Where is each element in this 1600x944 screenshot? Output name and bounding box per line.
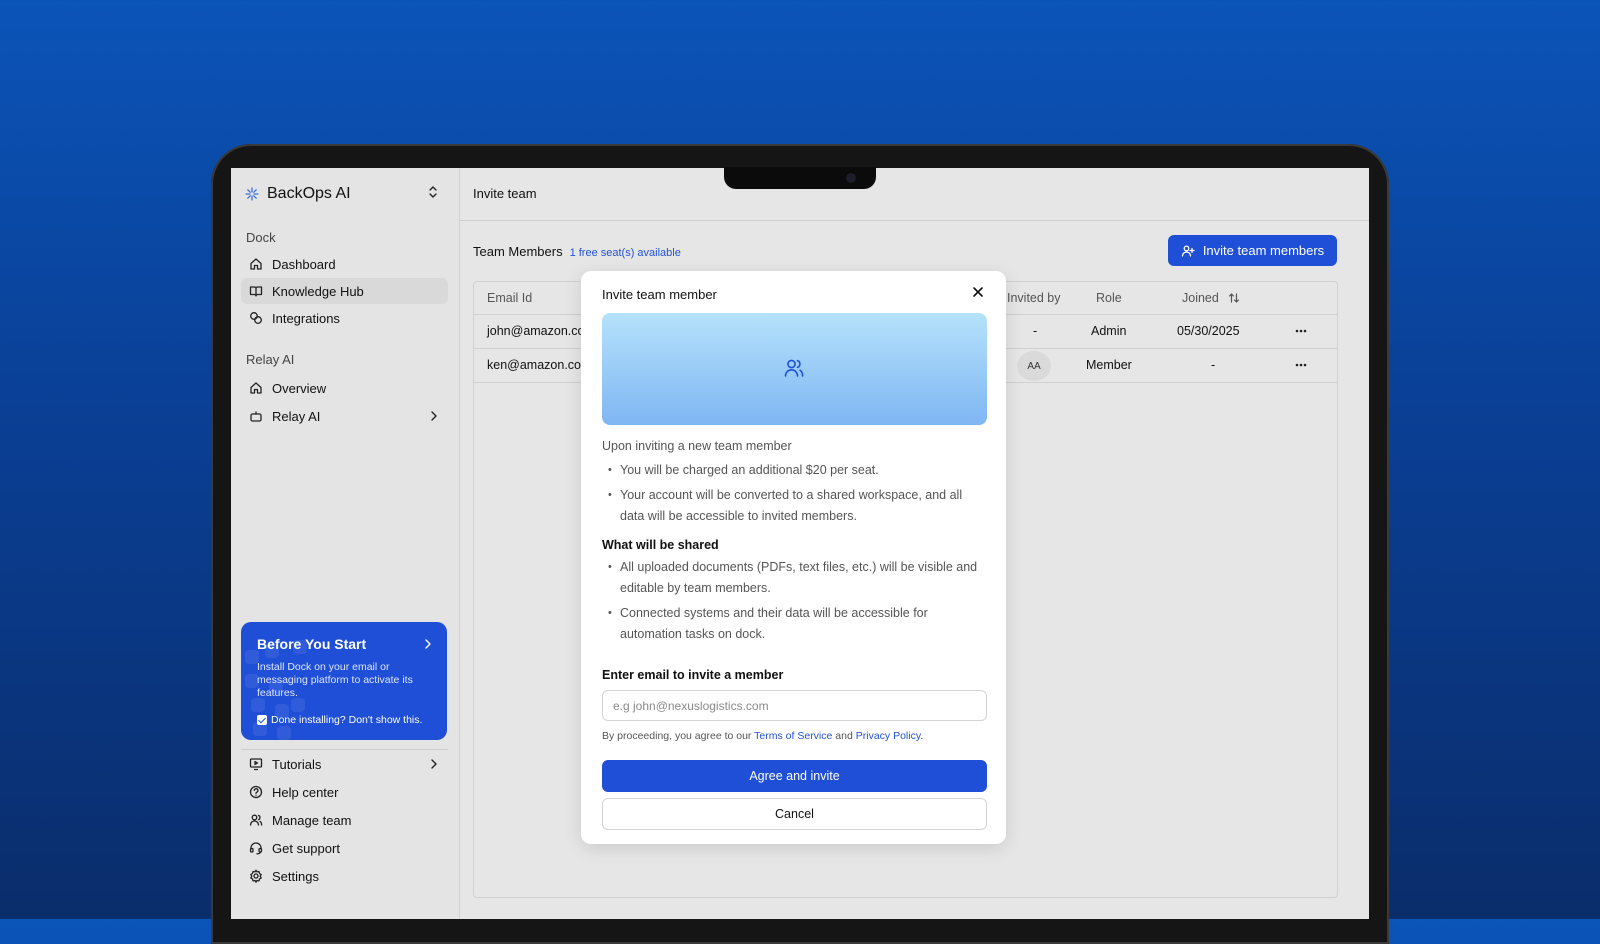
monitor-play-icon [249, 757, 263, 771]
home-icon [249, 381, 263, 395]
sidebar-item-relay-ai[interactable]: Relay AI [241, 403, 448, 429]
dont-show-checkbox[interactable]: Done installing? Don't show this. [257, 714, 422, 726]
modal-hero-banner [602, 313, 987, 425]
agree-button-label: Agree and invite [749, 769, 840, 783]
sidebar-item-label: Get support [272, 840, 340, 856]
home-icon [249, 257, 263, 271]
sidebar-item-overview[interactable]: Overview [241, 375, 448, 401]
before-you-start-card[interactable]: Before You Start Install Dock on your em… [241, 622, 447, 740]
close-icon[interactable] [972, 286, 984, 298]
users-icon [783, 357, 805, 379]
sidebar-item-label: Integrations [272, 310, 340, 326]
headset-icon [249, 841, 263, 855]
shared-section-title: What will be shared [602, 538, 719, 552]
section-label-relay-ai: Relay AI [246, 352, 295, 367]
invite-team-member-modal: Invite team member Upon inviting a new t… [581, 271, 1006, 844]
privacy-policy-link[interactable]: Privacy Policy [856, 730, 921, 742]
sidebar-item-label: Dashboard [272, 256, 336, 272]
chevron-right-icon[interactable] [423, 638, 433, 650]
list-item: Your account will be converted to a shar… [602, 485, 987, 527]
agree-and-invite-button[interactable]: Agree and invite [602, 760, 987, 792]
sidebar-item-dashboard[interactable]: Dashboard [241, 251, 448, 277]
sidebar-item-label: Relay AI [272, 408, 321, 424]
brand-name: BackOps AI [267, 185, 351, 202]
chevron-right-icon [428, 409, 440, 423]
modal-overlay: Invite team member Upon inviting a new t… [460, 168, 1369, 919]
sidebar-item-manage-team[interactable]: Manage team [241, 807, 448, 833]
email-field-label: Enter email to invite a member [602, 668, 784, 682]
cancel-button[interactable]: Cancel [602, 798, 987, 830]
sidebar-item-get-support[interactable]: Get support [241, 835, 448, 861]
link-icon [249, 311, 263, 325]
sidebar-item-label: Settings [272, 868, 319, 884]
modal-intro: Upon inviting a new team member [602, 439, 792, 453]
camera-notch [724, 167, 876, 189]
sidebar-item-label: Tutorials [272, 756, 322, 772]
list-item: You will be charged an additional $20 pe… [602, 460, 987, 481]
main-content: Invite team Team Members 1 free seat(s) … [460, 168, 1369, 919]
promo-title: Before You Start [257, 636, 367, 652]
camera-icon [846, 173, 856, 183]
terms-suffix: . [920, 730, 924, 742]
book-icon [249, 284, 263, 298]
chevron-right-icon [428, 757, 440, 771]
sparkle-icon [245, 187, 259, 201]
list-item: Connected systems and their data will be… [602, 603, 987, 645]
terms-of-service-link[interactable]: Terms of Service [754, 730, 832, 742]
promo-text: Install Dock on your email or messaging … [257, 661, 413, 699]
section-label-dock: Dock [246, 230, 276, 245]
sidebar: BackOps AI Dock Dashboard Knowledge Hub … [231, 168, 460, 919]
chevron-up-down-icon[interactable] [428, 185, 438, 199]
sidebar-item-integrations[interactable]: Integrations [241, 305, 448, 331]
sidebar-item-label: Help center [272, 784, 339, 800]
help-circle-icon [249, 785, 263, 799]
checkbox-checked-icon[interactable] [257, 715, 267, 725]
terms-prefix: By proceeding, you agree to our [602, 730, 752, 742]
email-input[interactable] [602, 690, 987, 721]
terms-notice: By proceeding, you agree to our Terms of… [602, 730, 923, 742]
sidebar-divider [241, 749, 448, 750]
checkbox-label: Done installing? Don't show this. [271, 714, 423, 726]
list-item: All uploaded documents (PDFs, text files… [602, 557, 987, 599]
gear-icon [249, 869, 263, 883]
sidebar-item-tutorials[interactable]: Tutorials [241, 751, 448, 777]
terms-and: and [835, 730, 853, 742]
cancel-button-label: Cancel [775, 807, 814, 821]
sidebar-item-label: Knowledge Hub [272, 283, 364, 299]
modal-title: Invite team member [602, 287, 717, 302]
sidebar-item-help-center[interactable]: Help center [241, 779, 448, 805]
shared-items-list: All uploaded documents (PDFs, text files… [602, 557, 987, 649]
sidebar-item-settings[interactable]: Settings [241, 863, 448, 889]
invite-consequences-list: You will be charged an additional $20 pe… [602, 460, 987, 531]
users-icon [249, 813, 263, 827]
bot-icon [249, 409, 263, 423]
app-window: BackOps AI Dock Dashboard Knowledge Hub … [231, 168, 1369, 919]
sidebar-item-label: Manage team [272, 812, 352, 828]
sidebar-item-knowledge-hub[interactable]: Knowledge Hub [241, 278, 448, 304]
brand[interactable]: BackOps AI [245, 185, 351, 203]
sidebar-item-label: Overview [272, 380, 327, 396]
